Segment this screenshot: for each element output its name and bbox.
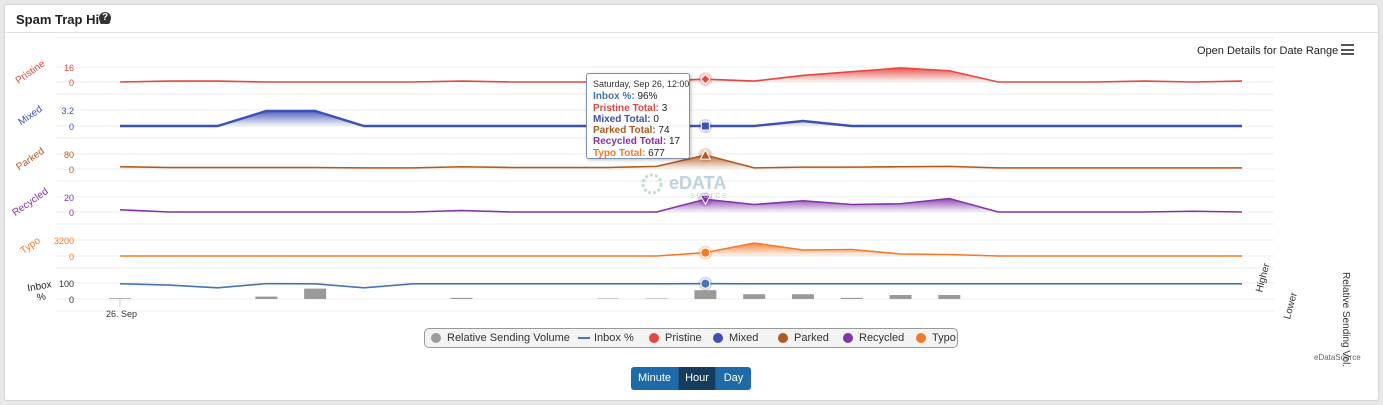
y-tick-label: 16 xyxy=(64,63,74,73)
tooltip-header: Saturday, Sep 26, 12:00 xyxy=(593,79,690,89)
legend-symbol xyxy=(578,337,590,339)
tooltip-row-value: 0 xyxy=(650,113,659,125)
y-tick-label: 0 xyxy=(69,165,74,175)
legend-symbol xyxy=(649,333,659,343)
y-tick-label: 20 xyxy=(64,193,74,203)
legend-symbol xyxy=(843,333,853,343)
tooltip-row: Inbox %: 96% xyxy=(593,91,683,102)
legend-label: Mixed xyxy=(729,332,759,344)
legend-label: Typo xyxy=(932,332,956,344)
typo-marker xyxy=(700,247,711,258)
tooltip-row-label: Typo Total: xyxy=(593,147,646,159)
sending-volume-bar xyxy=(304,288,327,299)
sending-volume-bar xyxy=(450,297,473,299)
legend-label: Recycled xyxy=(859,332,905,344)
legend-symbol xyxy=(916,333,926,343)
tooltip-row-value: 74 xyxy=(655,125,670,137)
hour-button[interactable]: Hour xyxy=(679,367,716,390)
tooltip-row-value: 3 xyxy=(658,102,668,114)
right-axis-top-label: Higher xyxy=(1254,262,1272,294)
watermark-logo-icon xyxy=(641,173,663,195)
tooltip-row-value: 677 xyxy=(645,147,665,159)
tooltip-row-label: Pristine Total: xyxy=(593,102,659,114)
tooltip-row: Recycled Total: 17 xyxy=(593,136,683,147)
legend-symbol xyxy=(431,333,441,343)
y-tick-label: 100 xyxy=(59,279,74,289)
tooltip-row: Pristine Total: 3 xyxy=(593,103,683,114)
tooltip-row: Typo Total: 677 xyxy=(593,148,683,159)
sending-volume-bar xyxy=(938,295,961,299)
sending-volume-bar xyxy=(694,290,717,299)
watermark-sub: source xyxy=(690,190,729,200)
chart-tooltip: Saturday, Sep 26, 12:00 Inbox %: 96% Pris… xyxy=(586,73,690,159)
tooltip-row-label: Parked Total: xyxy=(593,125,656,137)
sending-volume-bar xyxy=(109,298,131,299)
y-axis-title: Recycled xyxy=(11,186,51,219)
y-tick-label: 3200 xyxy=(54,236,74,246)
y-axis-title: Pristine xyxy=(14,58,48,86)
y-tick-label: 0 xyxy=(69,208,74,218)
inbox--line xyxy=(119,282,1242,289)
right-axis-bottom-label: Lower xyxy=(1282,291,1300,321)
legend-label: Relative Sending Volume xyxy=(447,332,570,344)
legend-label: Parked xyxy=(794,332,829,344)
open-details-link[interactable]: Open Details for Date Range xyxy=(1197,45,1338,57)
y-axis-title: Typo xyxy=(19,235,43,257)
sending-volume-bar xyxy=(255,296,278,299)
legend-label: Pristine xyxy=(665,332,702,344)
tooltip-row-label: Recycled Total: xyxy=(593,136,667,148)
legend-symbol xyxy=(778,333,788,343)
inbox--marker xyxy=(700,278,711,289)
legend-label: Inbox % xyxy=(594,332,634,344)
y-tick-label: 0 xyxy=(69,78,74,88)
typo-line xyxy=(120,242,1242,257)
chart-legend: Relative Sending Volume Inbox % Pristine Mi… xyxy=(424,328,958,348)
tooltip-row: Mixed Total: 0 xyxy=(593,114,683,125)
legend-symbol xyxy=(713,333,723,343)
y-axis-title: Inbox% xyxy=(27,279,55,305)
mixed-marker xyxy=(700,121,710,131)
tooltip-row-value: 96% xyxy=(634,91,658,103)
tooltip-row-label: Mixed Total: xyxy=(593,113,651,125)
sending-volume-bar xyxy=(889,295,912,299)
x-tick-label: 26. Sep xyxy=(106,309,137,319)
y-axis-title: Parked xyxy=(14,146,46,173)
y-tick-label: 0 xyxy=(69,252,74,262)
tooltip-row-value: 17 xyxy=(666,136,681,148)
tooltip-row: Parked Total: 74 xyxy=(593,125,683,136)
sending-volume-bar xyxy=(791,294,814,299)
day-button[interactable]: Day xyxy=(716,367,751,390)
hamburger-icon[interactable] xyxy=(1341,44,1354,55)
y-axis-title: Mixed xyxy=(16,104,44,128)
minute-button[interactable]: Minute xyxy=(631,367,679,390)
y-tick-label: 3.2 xyxy=(61,106,74,116)
tooltip-row-label: Inbox %: xyxy=(593,91,635,103)
y-tick-label: 0 xyxy=(69,295,74,305)
y-tick-label: 80 xyxy=(64,150,74,160)
sending-volume-bar xyxy=(840,297,863,299)
sending-volume-bar xyxy=(743,294,766,299)
granularity-toggle: Minute Hour Day xyxy=(631,367,751,390)
y-tick-label: 0 xyxy=(69,122,74,132)
chart-credit: eDataSource xyxy=(1314,353,1361,362)
